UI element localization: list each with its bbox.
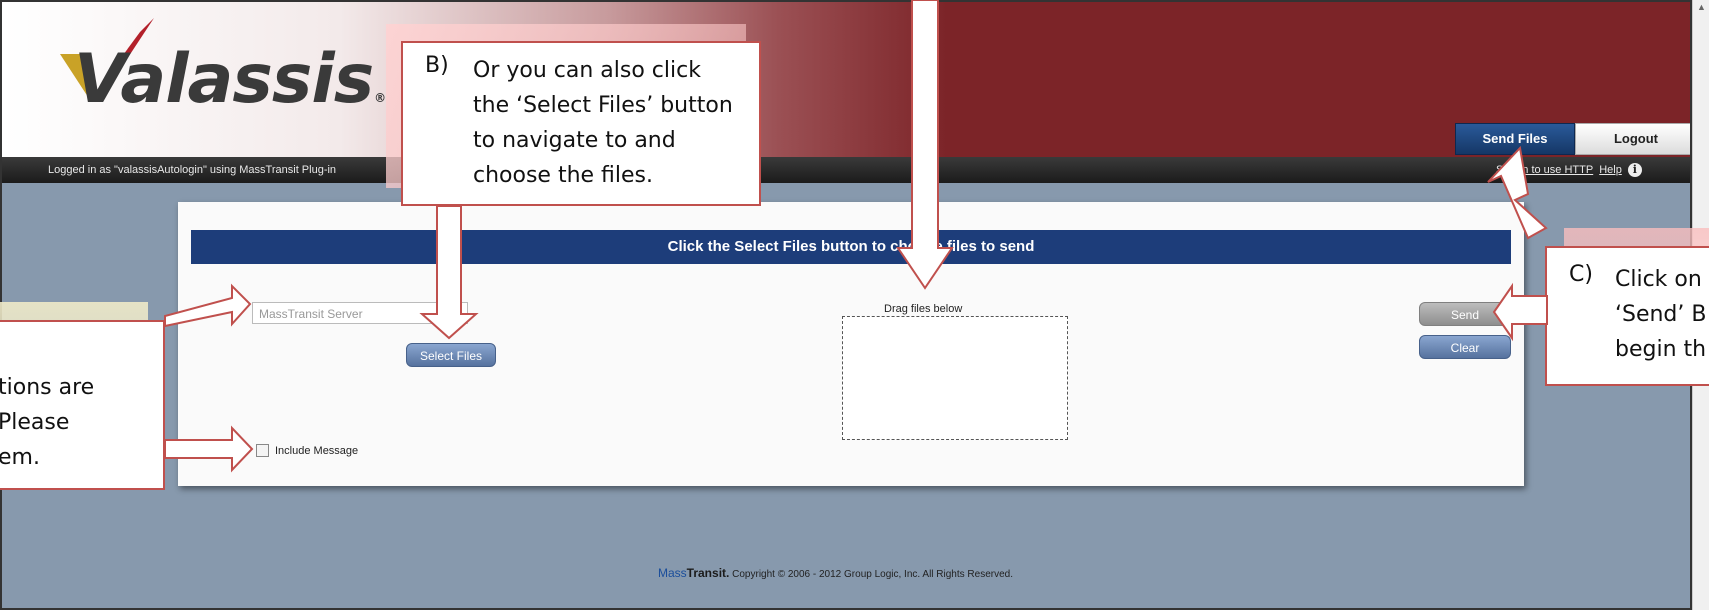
callout-c-text: Click on ‘Send’ B begin th (1615, 262, 1709, 367)
footer: MassTransit. Copyright © 2006 - 2012 Gro… (658, 566, 1013, 580)
server-select[interactable]: MassTransit Server (252, 302, 468, 324)
callout-b-letter: B) (425, 53, 449, 78)
info-icon[interactable]: i (1627, 163, 1642, 177)
app-window: Valassis® Send Files Logout Logged in as… (0, 0, 1692, 610)
select-files-button[interactable]: Select Files (406, 343, 496, 367)
logo-text: Valassis (74, 40, 374, 119)
status-bar: Logged in as "valassisAutologin" using M… (2, 157, 1690, 183)
send-button[interactable]: Send (1419, 302, 1511, 326)
footer-brand-prefix: Mass (658, 566, 687, 580)
clear-button[interactable]: Clear (1419, 335, 1511, 359)
send-files-tab[interactable]: Send Files (1455, 123, 1575, 155)
footer-brand-suffix: Transit. (686, 566, 730, 580)
status-links: Switch to use HTTP Help i (1496, 163, 1642, 177)
valassis-logo: Valassis® (62, 40, 386, 119)
logout-tab[interactable]: Logout (1575, 123, 1690, 155)
callout-b-text: Or you can also click the ‘Select Files’… (473, 58, 733, 188)
panel-title: Click the Select Files button to choose … (191, 230, 1511, 264)
drag-files-label: Drag files below (884, 303, 963, 315)
switch-to-http-link[interactable]: Switch to use HTTP (1496, 164, 1593, 176)
callout-c-line: ‘Send’ B (1615, 302, 1707, 327)
callout-b: B) Or you can also click the ‘Select Fil… (401, 41, 761, 206)
callout-a-line: tions are (0, 375, 95, 400)
include-message-checkbox[interactable] (256, 444, 269, 457)
header: Valassis® Send Files Logout (2, 2, 1690, 157)
callout-c-line: Click on (1615, 267, 1702, 292)
masstransit-logo: MassTransit. (658, 566, 729, 580)
callout-a: tions are Please em. (0, 320, 165, 490)
include-message-option: Include Message (256, 444, 358, 457)
include-message-label: Include Message (275, 444, 359, 457)
callout-a-text: tions are Please em. (0, 370, 158, 475)
callout-c-line: begin th (1615, 337, 1707, 362)
callout-a-line: em. (0, 445, 40, 470)
help-link[interactable]: Help (1599, 164, 1622, 176)
send-panel: Click the Select Files button to choose … (178, 202, 1524, 486)
logo-registered-mark: ® (374, 91, 386, 105)
header-tabs: Send Files Logout (1455, 123, 1690, 155)
callout-c: C) Click on ‘Send’ B begin th (1545, 246, 1709, 386)
copyright-text: Copyright © 2006 - 2012 Group Logic, Inc… (732, 569, 1013, 580)
callout-a-line: Please (0, 410, 70, 435)
file-drop-zone[interactable] (842, 316, 1068, 440)
callout-c-letter: C) (1569, 262, 1593, 287)
scroll-up-arrow-icon[interactable]: ▲ (1697, 2, 1706, 12)
logged-in-text: Logged in as "valassisAutologin" using M… (48, 164, 337, 176)
